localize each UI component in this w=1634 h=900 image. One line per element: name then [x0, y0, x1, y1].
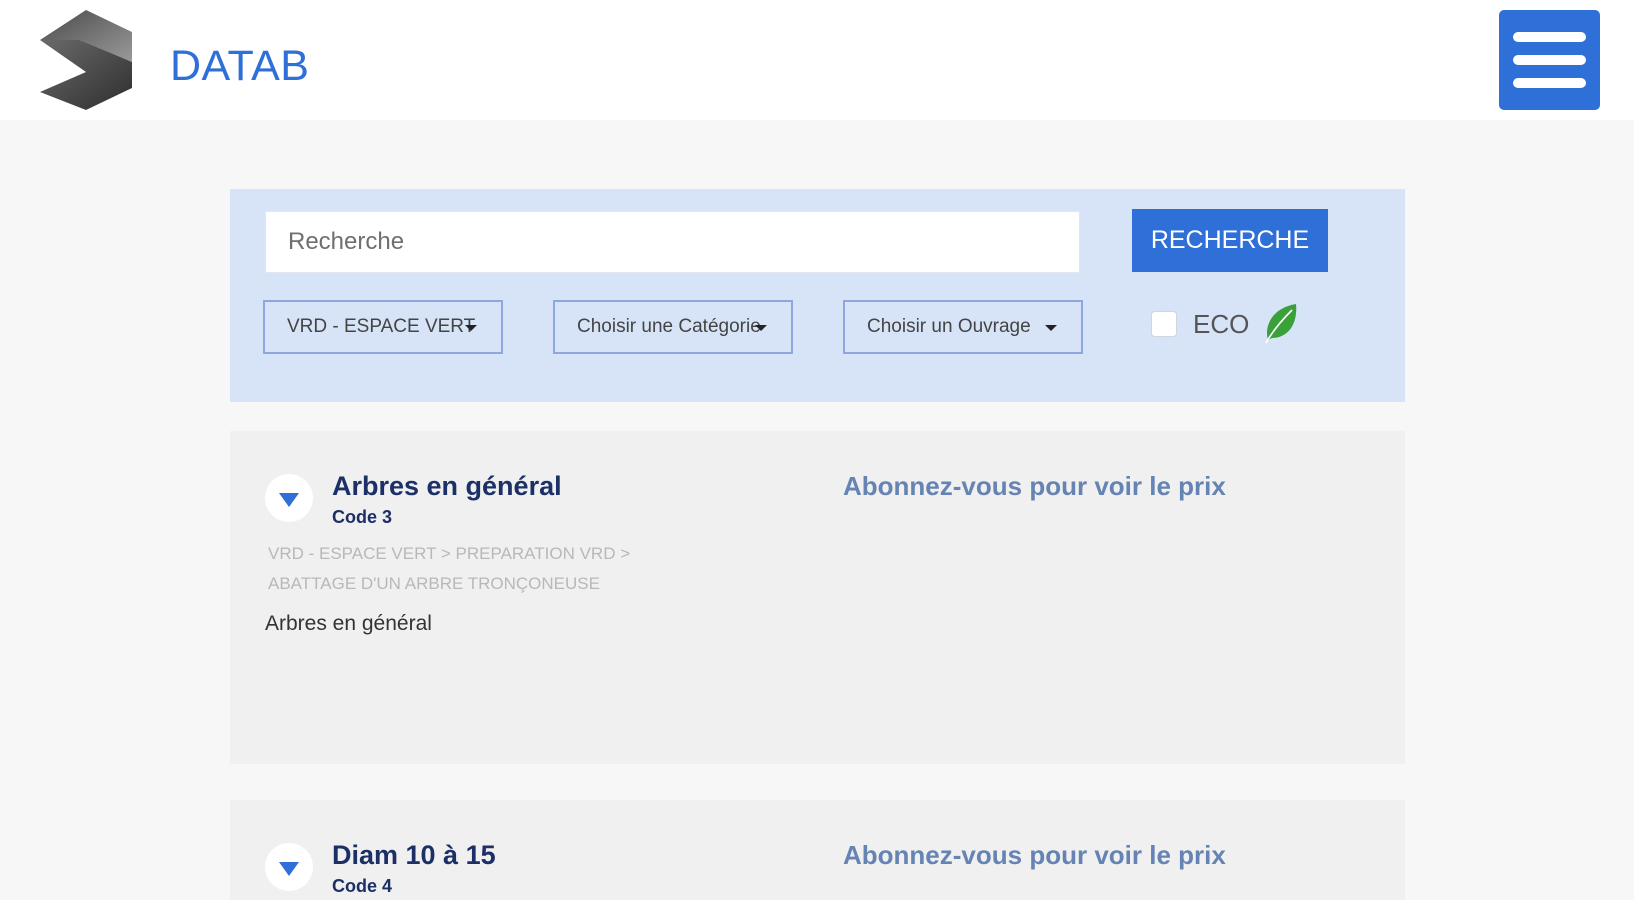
expand-toggle-button[interactable] — [265, 843, 313, 891]
caret-down-icon — [755, 325, 767, 331]
result-code: Code 3 — [332, 507, 393, 527]
subscribe-price-link[interactable]: Abonnez-vous pour voir le prix — [843, 471, 1226, 502]
search-button[interactable]: RECHERCHE — [1132, 209, 1328, 272]
result-card: Arbres en général Code 3 VRD - ESPACE VE… — [230, 431, 1405, 764]
search-panel: RECHERCHE VRD - ESPACE VERT Choisir une … — [230, 189, 1405, 402]
eco-label: ECO — [1193, 309, 1250, 339]
result-card: Diam 10 à 15 Code 4 Abonnez-vous pour vo… — [230, 800, 1405, 900]
app-header: DATAB — [0, 0, 1634, 120]
filter-category-select[interactable]: Choisir une Catégorie — [553, 300, 793, 354]
filter-ouvrage-select[interactable]: Choisir un Ouvrage — [843, 300, 1083, 354]
eco-checkbox[interactable] — [1151, 311, 1177, 337]
filter-domain-select[interactable]: VRD - ESPACE VERT — [263, 300, 503, 354]
result-description: Arbres en général — [265, 612, 432, 635]
expand-toggle-button[interactable] — [265, 474, 313, 522]
brand-name[interactable]: DATAB — [170, 42, 309, 91]
search-input[interactable] — [265, 211, 1080, 273]
caret-down-icon — [465, 325, 477, 331]
result-code: Code 4 — [332, 876, 393, 896]
hamburger-menu-button[interactable] — [1499, 10, 1600, 110]
filter-category-label: Choisir une Catégorie — [577, 316, 761, 337]
subscribe-price-link[interactable]: Abonnez-vous pour voir le prix — [843, 840, 1226, 871]
result-title: Arbres en général — [332, 471, 562, 501]
cube-logo-icon[interactable] — [40, 10, 132, 110]
filter-ouvrage-label: Choisir un Ouvrage — [867, 316, 1031, 337]
triangle-down-icon — [279, 862, 299, 876]
leaf-icon — [1265, 304, 1297, 344]
filter-domain-label: VRD - ESPACE VERT — [287, 316, 476, 337]
hamburger-menu-icon-bar — [1513, 78, 1586, 88]
caret-down-icon — [1045, 325, 1057, 331]
hamburger-menu-icon — [1513, 32, 1586, 42]
result-title: Diam 10 à 15 — [332, 840, 496, 870]
hamburger-menu-icon-bar — [1513, 55, 1586, 65]
triangle-down-icon — [279, 493, 299, 507]
result-breadcrumb: VRD - ESPACE VERT > PREPARATION VRD > AB… — [268, 544, 631, 593]
